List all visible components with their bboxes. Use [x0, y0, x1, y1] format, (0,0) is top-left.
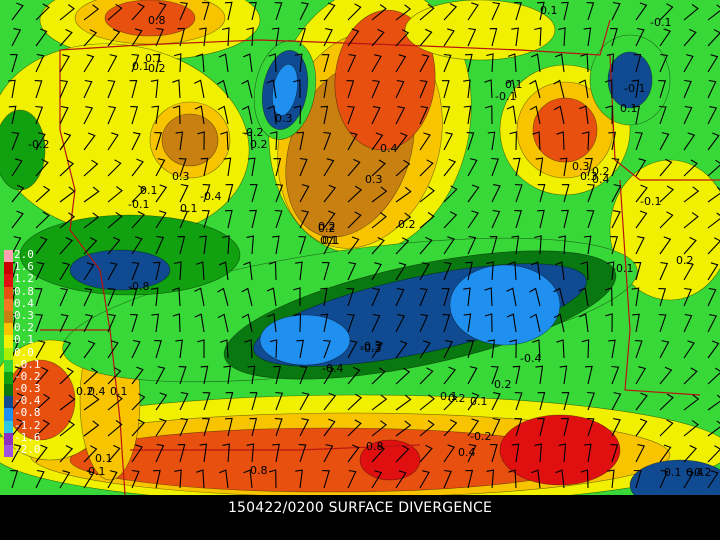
- contour-label: 0.1: [180, 202, 198, 215]
- legend-label: -1.2: [14, 418, 41, 432]
- contour-label: -0.1: [612, 262, 633, 275]
- divergence-field-map: 0.80.10.2-0.20.1-0.10.30.40.20.1-0.20.20…: [0, 0, 720, 495]
- contour-label: 0.1: [620, 102, 638, 115]
- contour-label: 0.4: [592, 173, 610, 186]
- legend-swatch: [4, 432, 13, 445]
- contour-label: 0.2: [250, 138, 268, 151]
- legend-label: -0.2: [14, 369, 41, 383]
- positive-region: [161, 113, 219, 167]
- legend-label: 0.0: [14, 345, 34, 359]
- legend-label: -0.1: [14, 357, 41, 371]
- legend-swatch: [4, 420, 13, 433]
- negative-region: [69, 249, 171, 291]
- contour-label: 0.2: [398, 218, 416, 231]
- negative-region: [449, 264, 561, 346]
- contour-label: 0.1: [540, 4, 558, 17]
- contour-label: -0.8: [128, 280, 149, 293]
- legend-swatch: [4, 250, 13, 263]
- legend-swatch: [4, 408, 13, 421]
- contour-label: -0.4: [200, 190, 221, 203]
- legend-swatch: [4, 359, 13, 372]
- legend-label: 0.8: [14, 284, 34, 298]
- contour-label: 0.1: [88, 465, 106, 478]
- legend-swatch: [4, 286, 13, 299]
- contour-label: 0.3: [365, 173, 383, 186]
- contour-label: 0.4: [380, 142, 398, 155]
- contour-label: 0.8: [250, 464, 268, 477]
- legend-swatch: [4, 310, 13, 324]
- contour-label: 0.2: [694, 466, 712, 479]
- contour-label: -0.1: [650, 16, 671, 29]
- contour-label: 0.1: [440, 390, 458, 403]
- legend-label: 1.2: [14, 272, 34, 286]
- legend-swatch: [4, 298, 13, 311]
- contour-label: 0.4: [88, 385, 106, 398]
- contour-label: -0.1: [640, 195, 661, 208]
- legend-swatch: [4, 335, 13, 348]
- contour-label: -0.1: [128, 198, 149, 211]
- negative-region: [259, 314, 351, 366]
- contour-label: 0.1: [110, 385, 128, 398]
- contour-label: 0.8: [148, 14, 166, 27]
- positive-region: [532, 97, 598, 163]
- contour-label: 0.1: [95, 452, 113, 465]
- contour-label: 0.2: [676, 254, 694, 267]
- map-caption: 150422/0200 SURFACE DIVERGENCE: [227, 500, 493, 516]
- legend-swatch: [4, 384, 13, 397]
- contour-label: -0.2: [28, 138, 49, 151]
- contour-label: 0.1: [140, 184, 158, 197]
- contour-label: -0.4: [322, 362, 343, 375]
- contour-label: 0.1: [132, 60, 150, 73]
- negative-region: [607, 51, 653, 109]
- contour-label: -0.1: [495, 90, 516, 103]
- contour-label: 0.1: [664, 466, 682, 479]
- contour-label: 0.3: [275, 112, 293, 125]
- contour-label: -0.2: [470, 430, 491, 443]
- contour-label: 0.8: [366, 440, 384, 453]
- contour-fields: [0, 0, 720, 495]
- legend-label: 0.3: [14, 308, 34, 322]
- contour-label: 0.2: [318, 220, 336, 233]
- color-legend: 2.0 1.6 1.2 0.8 0.4 0.3 0.2 0.1 0.0 -0.1 -0.2 -0.3-…: [2, 248, 46, 458]
- legend-label: 1.6: [14, 260, 34, 274]
- contour-label: 0.3: [172, 170, 190, 183]
- legend-label: -2.0: [14, 443, 41, 456]
- legend-swatch: [4, 347, 13, 360]
- legend-label: 2.0: [14, 248, 34, 261]
- contour-label: 0.1: [470, 395, 488, 408]
- legend-label: 0.1: [14, 333, 34, 347]
- legend-label: -0.8: [14, 406, 41, 420]
- legend-swatch: [4, 262, 13, 275]
- contour-label: -0.4: [520, 352, 541, 365]
- legend-label: -0.3: [14, 382, 41, 396]
- contour-label: -0.3: [360, 340, 381, 353]
- divergence-map-view: 0.8 0.1 0.2 -0.2 0.1 -0.1 0.3 0.4 0.2 0.1 -0.2 0.2 0…: [0, 0, 720, 540]
- contour-label: 0.2: [494, 378, 512, 391]
- contour-label: 0.4: [458, 446, 476, 459]
- legend-swatch: [4, 396, 13, 409]
- legend-swatch: [4, 445, 13, 458]
- legend-entry: -2.0: [2, 443, 46, 458]
- legend-label: -1.6: [14, 430, 41, 444]
- contour-label: 0.2: [148, 62, 166, 75]
- legend-swatch: [4, 323, 13, 336]
- legend-label: 0.4: [14, 296, 34, 310]
- legend-label: 0.2: [14, 321, 34, 335]
- legend-swatch: [4, 371, 13, 385]
- legend-label: -0.4: [14, 394, 41, 408]
- contour-label: 0.1: [322, 234, 340, 247]
- contour-label: -0.1: [624, 82, 645, 95]
- legend-swatch: [4, 274, 13, 287]
